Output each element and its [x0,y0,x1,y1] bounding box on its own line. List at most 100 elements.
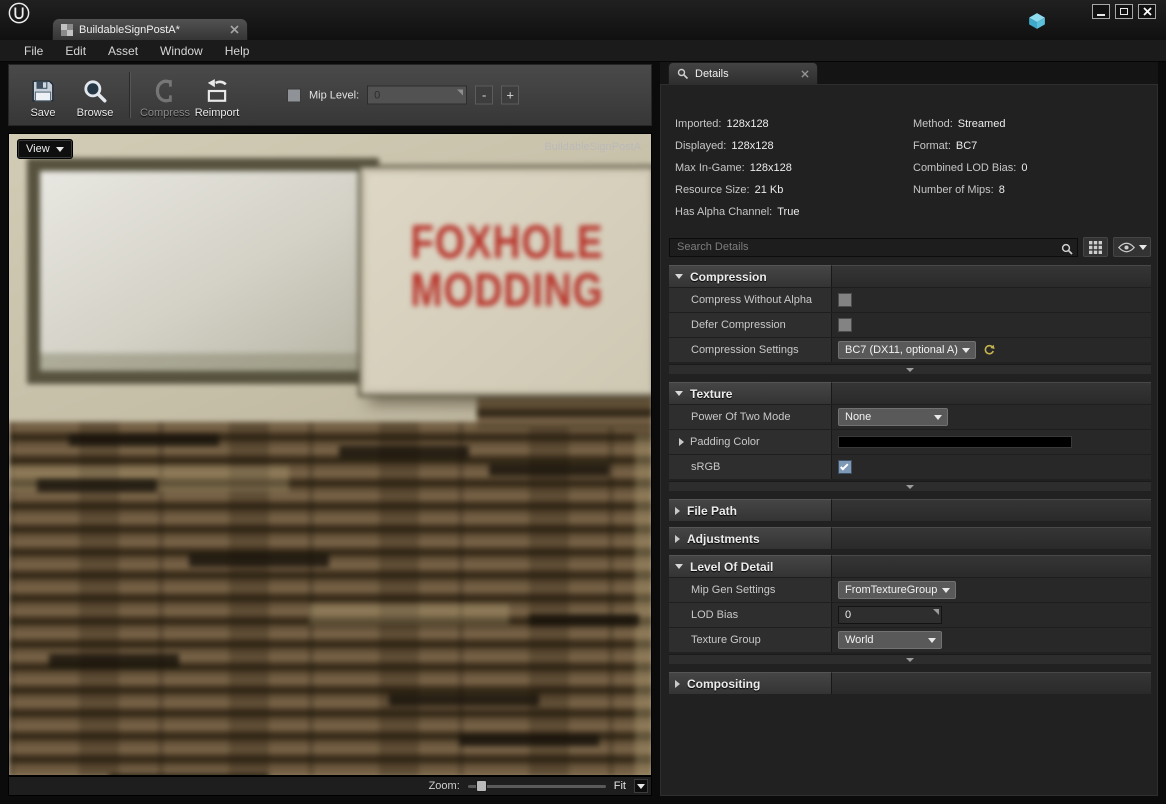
minimize-button[interactable] [1092,4,1110,19]
mip-level-value: 0 [374,89,380,101]
save-button[interactable]: Save [17,71,69,119]
section-header-level-of-detail[interactable]: Level Of Detail [669,555,1151,577]
texture-group-dropdown[interactable]: World [838,631,942,649]
reimport-icon [204,78,230,104]
asset-tab[interactable]: BuildableSignPostA* [52,18,248,40]
zoom-slider-handle[interactable] [476,780,487,792]
sign-line-1: FOXHOLE [378,218,636,266]
zoom-mode-dropdown[interactable] [634,779,648,793]
section-title: Compositing [687,677,760,691]
close-icon [1143,7,1152,16]
mip-level-increment-button[interactable]: + [501,86,519,105]
search-details-input[interactable] [670,239,1077,256]
check-icon [840,462,848,470]
compression-settings-dropdown[interactable]: BC7 (DX11, optional A) [838,341,976,359]
property-sections: Compression Compress Without Alpha Defer… [669,265,1151,694]
info-method: Method:Streamed [913,113,1027,135]
unreal-texture-editor-window: BuildableSignPostA* File Edit Asset Wind… [0,0,1166,804]
lod-bias-value: 0 [845,609,851,621]
compress-button[interactable]: Compress [139,71,191,119]
row-compress-without-alpha: Compress Without Alpha [669,287,1151,312]
menu-window[interactable]: Window [150,42,213,60]
mip-gen-settings-dropdown[interactable]: FromTextureGroup [838,581,956,599]
details-icon [677,68,689,80]
view-menu-button[interactable]: View [17,139,73,159]
menu-edit[interactable]: Edit [55,42,96,60]
lod-bias-spinner[interactable]: 0 [838,606,942,624]
power-of-two-mode-dropdown[interactable]: None [838,408,948,426]
toolbar-buttons: Save Browse Compress Reimport [9,71,243,119]
texture-light-slat [309,604,509,624]
defer-compression-checkbox[interactable] [838,318,852,332]
mip-level-label: Mip Level: [309,89,359,101]
texture-dark-patch [37,479,157,492]
advanced-expander-lod[interactable] [669,654,1151,664]
maximize-icon [1120,8,1128,15]
browse-label: Browse [77,107,114,119]
section-header-texture[interactable]: Texture [669,382,1151,404]
texture-viewport[interactable]: FOXHOLE MODDING View BuildableSignPostA [8,133,652,776]
asset-tab-title: BuildableSignPostA* [79,24,180,36]
chevron-down-icon [906,485,914,489]
view-options-button[interactable] [1113,237,1151,257]
texture-light-edge [635,434,652,776]
asset-name-watermark: BuildableSignPostA [544,141,641,153]
info-number-of-mips: Number of Mips:8 [913,179,1027,201]
padding-color-swatch[interactable] [838,436,1072,448]
section-header-compression[interactable]: Compression [669,265,1151,287]
menu-file[interactable]: File [14,42,53,60]
section-header-adjustments[interactable]: Adjustments [669,527,1151,549]
section-title: Level Of Detail [690,560,773,574]
chevron-down-icon [928,638,936,643]
section-header-file-path[interactable]: File Path [669,499,1151,521]
texture-dark-patch [459,734,599,746]
texture-wood-slats-right [477,398,652,428]
row-srgb: sRGB [669,454,1151,479]
advanced-expander-texture[interactable] [669,481,1151,491]
details-tab-close-icon[interactable] [801,70,809,78]
srgb-checkbox[interactable] [838,460,852,474]
row-texture-group: Texture Group World [669,627,1151,652]
reimport-button[interactable]: Reimport [191,71,243,119]
details-tab[interactable]: Details [668,62,818,84]
details-body: Imported:128x128 Displayed:128x128 Max I… [660,84,1158,796]
compress-without-alpha-checkbox[interactable] [838,293,852,307]
titlebar: BuildableSignPostA* [0,0,1166,40]
expand-closed-icon[interactable] [679,438,684,446]
eye-icon [1118,242,1135,253]
details-tab-label: Details [695,68,729,80]
chevron-down-icon [1139,245,1147,250]
texture-info-right: Method:Streamed Format:BC7 Combined LOD … [913,113,1027,201]
reset-to-default-icon[interactable] [983,344,995,356]
info-imported: Imported:128x128 [675,113,799,135]
advanced-expander-compression[interactable] [669,364,1151,374]
mip-level-spinner[interactable]: 0 [367,86,467,105]
window-controls [1092,4,1156,19]
chevron-down-icon [962,348,970,353]
menu-asset[interactable]: Asset [98,42,148,60]
texture-dark-patch [339,446,469,458]
unreal-logo-icon [8,2,30,24]
menu-help[interactable]: Help [215,42,260,60]
chevron-down-icon [942,588,950,593]
reimport-label: Reimport [195,107,240,119]
row-compression-settings: Compression Settings BC7 (DX11, optional… [669,337,1151,362]
section-header-compositing[interactable]: Compositing [669,672,1151,694]
info-displayed: Displayed:128x128 [675,135,799,157]
zoom-slider[interactable] [468,785,606,788]
mip-level-decrement-button[interactable]: - [475,86,493,105]
close-button[interactable] [1138,4,1156,19]
row-mip-gen-settings: Mip Gen Settings FromTextureGroup [669,577,1151,602]
section-title: Adjustments [687,532,760,546]
mip-level-checkbox[interactable] [287,88,301,102]
property-matrix-button[interactable] [1083,237,1109,257]
expand-open-icon [675,564,683,569]
compress-icon [152,78,178,104]
row-defer-compression: Defer Compression [669,312,1151,337]
tab-close-icon[interactable] [230,25,239,34]
section-title: Compression [690,270,767,284]
texture-info-left: Imported:128x128 Displayed:128x128 Max I… [675,113,799,223]
maximize-button[interactable] [1115,4,1133,19]
browse-button[interactable]: Browse [69,71,121,119]
zoom-mode-value: Fit [614,780,626,792]
